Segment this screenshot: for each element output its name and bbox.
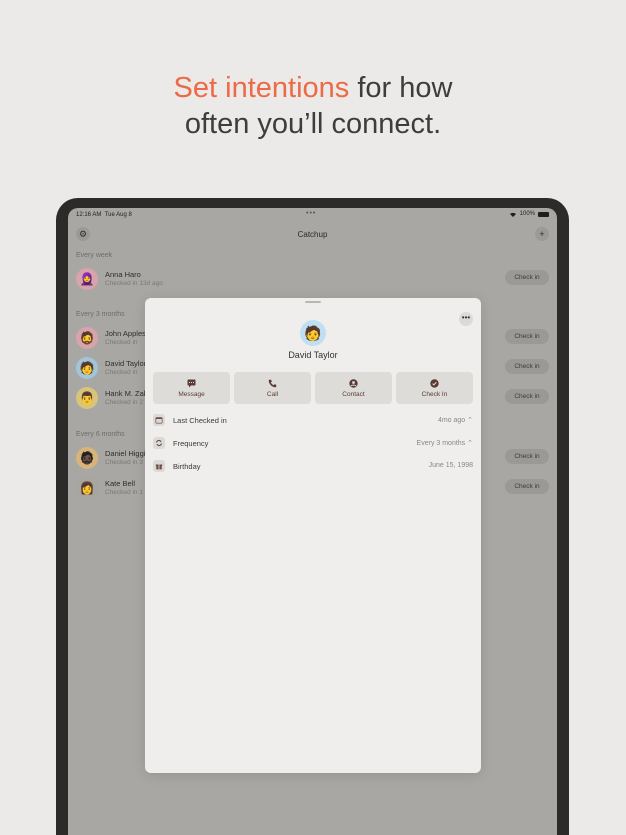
check-in-button[interactable]: Check in: [505, 449, 549, 464]
contact-name: Kate Bell: [105, 479, 136, 488]
check-in-button[interactable]: Check in: [505, 270, 549, 285]
contact-name: Anna Haro: [105, 270, 141, 279]
last-checked: Checked in 3: [105, 459, 143, 466]
message-button[interactable]: Message: [153, 372, 230, 404]
headline-rest: for how: [349, 72, 453, 104]
battery-icon: [538, 211, 549, 217]
birthday-row[interactable]: Birthday June 15, 1998: [153, 459, 473, 475]
checkmark-icon: [430, 378, 439, 388]
action-label: Call: [266, 390, 279, 398]
contact-name: David Taylor: [105, 359, 147, 368]
check-in-button[interactable]: Check in: [505, 359, 549, 374]
detail-label: Last Checked in: [173, 416, 227, 425]
ellipsis-icon: •••: [461, 313, 471, 322]
action-label: Check In: [421, 390, 448, 398]
check-in-button[interactable]: Check in: [505, 389, 549, 404]
avatar: 🧔🏿: [76, 447, 98, 469]
contact-detail-sheet: ••• 🧑 David Taylor Message Call Contact: [145, 298, 481, 773]
status-right: 100%: [509, 211, 549, 217]
section-header: Every 6 months: [76, 431, 125, 438]
check-in-button[interactable]: Check in: [505, 479, 549, 494]
avatar: 🧑: [300, 320, 326, 346]
check-in-button[interactable]: Check in: [505, 329, 549, 344]
frequency-row[interactable]: Frequency Every 3 months ⌃: [153, 436, 473, 452]
person-icon: [349, 378, 358, 388]
sheet-grabber[interactable]: [305, 301, 321, 303]
gift-icon: [153, 460, 165, 472]
plus-icon: +: [539, 229, 545, 239]
avatar: 🧑: [76, 357, 98, 379]
status-bar: 12:16 AM Tue Aug 8 ••• 100%: [68, 208, 557, 222]
check-in-button[interactable]: Check In: [396, 372, 473, 404]
multitasking-dots[interactable]: •••: [306, 210, 316, 217]
last-checked: Checked in: [105, 339, 138, 346]
detail-value: Every 3 months ⌃: [416, 440, 473, 447]
detail-value: June 15, 1998: [428, 462, 473, 469]
last-checked: Checked in 2: [105, 399, 143, 406]
contact-button[interactable]: Contact: [315, 372, 392, 404]
action-label: Message: [178, 390, 205, 398]
detail-label: Frequency: [173, 439, 209, 448]
headline: Set intentions for how often you’ll conn…: [0, 70, 626, 142]
message-icon: [187, 379, 196, 388]
status-time: 12:16 AM Tue Aug 8: [76, 212, 132, 218]
headline-line-2: often you’ll connect.: [184, 108, 442, 140]
wifi-icon: [509, 212, 516, 217]
section-header: Every week: [76, 252, 113, 259]
avatar: 🧔: [76, 327, 98, 349]
action-buttons: Message Call Contact Check In: [153, 372, 473, 404]
calendar-icon: [153, 414, 165, 426]
headline-line-1: Set intentions for how: [0, 70, 626, 106]
repeat-icon: [153, 437, 165, 449]
phone-icon: [268, 379, 277, 388]
avatar: 🧕: [76, 268, 98, 290]
avatar: 👨: [76, 387, 98, 409]
section-header: Every 3 months: [76, 311, 125, 318]
list-item[interactable]: 🧕 Anna Haro Checked in 13d ago Check in: [68, 266, 557, 294]
battery-percent: 100%: [519, 211, 535, 217]
last-checked: Checked in 1: [105, 489, 143, 496]
contact-name: David Taylor: [288, 350, 338, 360]
navigation-bar: ⚙ Catchup +: [68, 224, 557, 244]
add-contact-button[interactable]: +: [535, 227, 549, 241]
more-button[interactable]: •••: [459, 312, 473, 326]
app-title: Catchup: [297, 230, 328, 239]
detail-label: Birthday: [173, 462, 201, 471]
last-checked-row[interactable]: Last Checked in 4mo ago ⌃: [153, 413, 473, 429]
call-button[interactable]: Call: [234, 372, 311, 404]
avatar: 👩: [76, 477, 98, 499]
action-label: Contact: [342, 390, 365, 398]
detail-value: 4mo ago ⌃: [437, 417, 473, 424]
last-checked: Checked in: [105, 369, 138, 376]
headline-accent: Set intentions: [173, 72, 350, 104]
last-checked: Checked in 13d ago: [105, 280, 163, 287]
